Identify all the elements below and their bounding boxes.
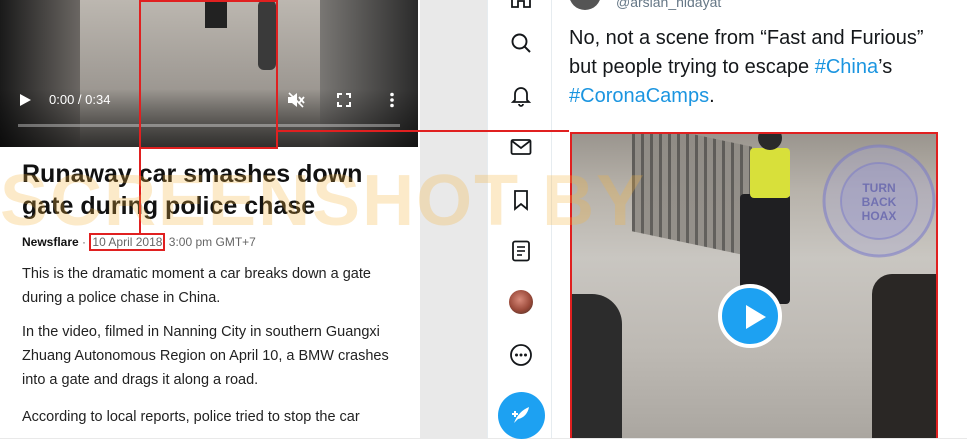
play-icon[interactable] [18,93,32,107]
tweet-text-part: ’s [878,56,893,78]
seal-text-top: TURN [862,181,895,195]
hashtag-link[interactable]: #China [815,56,878,78]
feather-compose-icon [512,407,529,423]
video-person-figure [872,274,936,438]
seal-text-bottom: HOAX [862,209,897,223]
messages-envelope-icon[interactable] [509,135,533,159]
lists-icon[interactable] [509,239,533,263]
compose-tweet-button[interactable] [498,392,545,439]
video-play-button[interactable] [718,284,782,348]
video-gate-fence [632,134,752,257]
muted-speaker-icon[interactable] [287,92,305,108]
twitter-nav-sidebar [487,0,552,439]
article-paragraph: According to local reports, police tried… [22,409,360,425]
play-icon [746,305,766,329]
seal-text-mid: BACK [862,195,897,209]
article-headline: Runaway car smashes down gate during pol… [22,160,363,220]
annotation-connector-line [276,130,569,132]
bookmark-icon[interactable] [509,188,533,212]
tweet-author-handle[interactable]: @arsian_hidayat [616,0,721,10]
tweet-video[interactable]: TURN BACK HOAX [570,132,938,438]
byline-separator: · [82,235,87,249]
profile-avatar[interactable] [509,290,533,314]
article-time: 3:00 pm GMT+7 [168,235,256,249]
more-options-icon[interactable] [386,92,398,108]
annotation-highlight-box [139,0,278,149]
article-paragraph: This is the dramatic moment a car breaks… [22,266,371,306]
article-date-highlighted: 10 April 2018 [89,233,166,251]
video-person-figure [572,294,622,438]
tweet-text-part: . [709,85,715,107]
more-circle-icon[interactable] [509,343,533,367]
mafindo-seal-logo: TURN BACK HOAX [822,144,936,258]
tweet-author-avatar[interactable] [569,0,601,10]
article-byline: Newsflare · 10 April 2018 3:00 pm GMT+7 [22,233,256,251]
tweet-panel: @arsian_hidayat No, not a scene from “Fa… [551,0,967,438]
video-officer-vest [750,148,790,198]
home-icon[interactable] [509,0,533,10]
article-paragraph: In the video, filmed in Nanning City in … [22,324,389,388]
notifications-bell-icon[interactable] [509,83,533,107]
annotation-connector-line [139,147,141,233]
hashtag-link[interactable]: #CoronaCamps [569,85,709,107]
tweet-text: No, not a scene from “Fast and Furious” … [569,24,954,111]
fullscreen-icon[interactable] [337,93,351,107]
search-icon[interactable] [509,31,533,55]
article-source[interactable]: Newsflare [22,235,79,249]
video-time-display: 0:00 / 0:34 [49,92,111,107]
